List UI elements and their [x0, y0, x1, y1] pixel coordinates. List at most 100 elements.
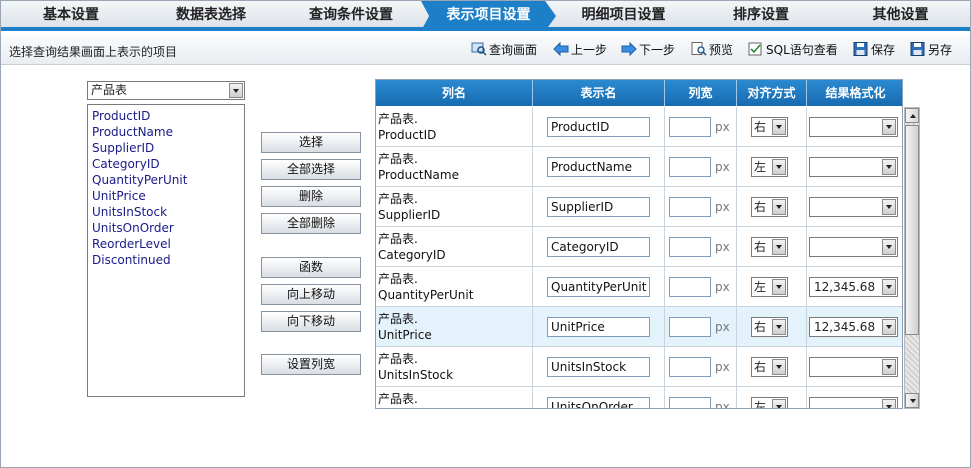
column-width-input[interactable]	[669, 357, 711, 377]
set-width-button[interactable]: 设置列宽	[261, 354, 361, 375]
alignment-select[interactable]: 右	[751, 237, 788, 257]
chevron-down-icon[interactable]	[882, 319, 896, 335]
column-width-input[interactable]	[669, 197, 711, 217]
alignment-select[interactable]: 右	[751, 357, 788, 377]
table-row[interactable]: 产品表. ProductID ProductID px 右	[376, 107, 902, 147]
list-item[interactable]: QuantityPerUnit	[92, 172, 244, 188]
display-name-input[interactable]: UnitPrice	[547, 317, 650, 337]
save-button[interactable]: 保存	[853, 42, 895, 58]
display-name-input[interactable]: SupplierID	[547, 197, 650, 217]
chevron-down-icon[interactable]	[772, 279, 786, 295]
list-item[interactable]: ReorderLevel	[92, 236, 244, 252]
display-name-input[interactable]: ProductID	[547, 117, 650, 137]
tab-other-settings[interactable]: 其他设置	[831, 1, 970, 31]
chevron-down-icon[interactable]	[772, 239, 786, 255]
query-screen-button[interactable]: 查询画面	[471, 42, 537, 58]
chevron-down-icon[interactable]	[772, 199, 786, 215]
column-field-name: UnitsInStock	[378, 368, 454, 382]
alignment-select[interactable]: 右	[751, 197, 788, 217]
function-button[interactable]: 函数	[261, 257, 361, 278]
tab-display-items[interactable]: 表示项目设置	[421, 1, 556, 31]
result-format-select[interactable]	[809, 117, 898, 137]
display-name-input[interactable]: ProductName	[547, 157, 650, 177]
column-width-input[interactable]	[669, 397, 711, 408]
save-as-button[interactable]: 另存	[910, 42, 952, 58]
table-row[interactable]: 产品表. ProductName ProductName px 左	[376, 147, 902, 187]
select-all-button[interactable]: 全部选择	[261, 159, 361, 180]
delete-button[interactable]: 删除	[261, 186, 361, 207]
display-name-input[interactable]: UnitsOnOrder	[547, 397, 650, 408]
list-item[interactable]: Discontinued	[92, 252, 244, 268]
column-width-input[interactable]	[669, 157, 711, 177]
chevron-down-icon[interactable]	[772, 159, 786, 175]
column-width-input[interactable]	[669, 237, 711, 257]
chevron-down-icon[interactable]	[882, 359, 896, 375]
select-button[interactable]: 选择	[261, 132, 361, 153]
list-item[interactable]: ProductID	[92, 108, 244, 124]
result-format-select[interactable]: 12,345.68	[809, 317, 898, 337]
chevron-down-icon[interactable]	[882, 159, 896, 175]
column-width-input[interactable]	[669, 317, 711, 337]
column-name-cell: 产品表. UnitPrice	[376, 307, 533, 347]
list-item[interactable]: ProductName	[92, 124, 244, 140]
move-up-button[interactable]: 向上移动	[261, 284, 361, 305]
table-row[interactable]: 产品表. UnitsOnOrder UnitsOnOrder px 左	[376, 387, 902, 408]
grid-scrollbar[interactable]	[904, 107, 920, 409]
result-format-select[interactable]	[809, 357, 898, 377]
display-name-input[interactable]: CategoryID	[547, 237, 650, 257]
result-format-select[interactable]: 12,345.68	[809, 277, 898, 297]
preview-button[interactable]: 预览	[691, 42, 733, 58]
chevron-down-icon[interactable]	[772, 359, 786, 375]
chevron-down-icon[interactable]	[772, 319, 786, 335]
move-down-button[interactable]: 向下移动	[261, 311, 361, 332]
table-row[interactable]: 产品表. UnitsInStock UnitsInStock px 右	[376, 347, 902, 387]
result-format-select[interactable]	[809, 157, 898, 177]
prev-step-button[interactable]: 上一步	[553, 42, 607, 58]
chevron-down-icon[interactable]	[882, 119, 896, 135]
result-format-select[interactable]	[809, 397, 898, 408]
table-row[interactable]: 产品表. SupplierID SupplierID px 右	[376, 187, 902, 227]
table-row[interactable]: 产品表. UnitPrice UnitPrice px 右 12,345.68	[376, 307, 902, 347]
list-item[interactable]: UnitsOnOrder	[92, 220, 244, 236]
list-item[interactable]: UnitPrice	[92, 188, 244, 204]
scroll-thumb[interactable]	[905, 125, 919, 335]
chevron-down-icon[interactable]	[772, 119, 786, 135]
next-step-button[interactable]: 下一步	[621, 42, 675, 58]
width-unit: px	[715, 120, 730, 134]
display-name-input[interactable]: QuantityPerUnit	[547, 277, 650, 297]
result-format-select[interactable]	[809, 237, 898, 257]
chevron-down-icon[interactable]	[882, 399, 896, 408]
tab-table-selection[interactable]: 数据表选择	[141, 1, 281, 31]
list-item[interactable]: CategoryID	[92, 156, 244, 172]
delete-all-button[interactable]: 全部删除	[261, 213, 361, 234]
column-listbox[interactable]: ProductID ProductName SupplierID Categor…	[87, 104, 245, 397]
alignment-select[interactable]: 右	[751, 317, 788, 337]
scroll-up-button[interactable]	[905, 108, 919, 123]
alignment-select[interactable]: 右	[751, 117, 788, 137]
tab-detail-items[interactable]: 明细项目设置	[556, 1, 691, 31]
list-item[interactable]: SupplierID	[92, 140, 244, 156]
column-width-input[interactable]	[669, 117, 711, 137]
arrow-right-icon	[621, 42, 637, 56]
table-select[interactable]: 产品表	[87, 81, 245, 100]
result-format-select[interactable]	[809, 197, 898, 217]
tab-sort-settings[interactable]: 排序设置	[691, 1, 831, 31]
tab-query-condition[interactable]: 查询条件设置	[281, 1, 421, 31]
chevron-down-icon[interactable]	[229, 83, 243, 98]
chevron-down-icon[interactable]	[882, 199, 896, 215]
tab-basic-settings[interactable]: 基本设置	[1, 1, 141, 31]
alignment-select[interactable]: 左	[751, 277, 788, 297]
chevron-down-icon[interactable]	[772, 399, 786, 408]
list-item[interactable]: UnitsInStock	[92, 204, 244, 220]
alignment-value: 左	[754, 160, 767, 174]
table-row[interactable]: 产品表. QuantityPerUnit QuantityPerUnit px 左 12,…	[376, 267, 902, 307]
sql-view-button[interactable]: SQL语句查看	[748, 42, 838, 58]
table-row[interactable]: 产品表. CategoryID CategoryID px 右	[376, 227, 902, 267]
chevron-down-icon[interactable]	[882, 279, 896, 295]
column-width-input[interactable]	[669, 277, 711, 297]
display-name-input[interactable]: UnitsInStock	[547, 357, 650, 377]
scroll-down-button[interactable]	[905, 393, 919, 408]
alignment-select[interactable]: 左	[751, 397, 788, 408]
chevron-down-icon[interactable]	[882, 239, 896, 255]
alignment-select[interactable]: 左	[751, 157, 788, 177]
